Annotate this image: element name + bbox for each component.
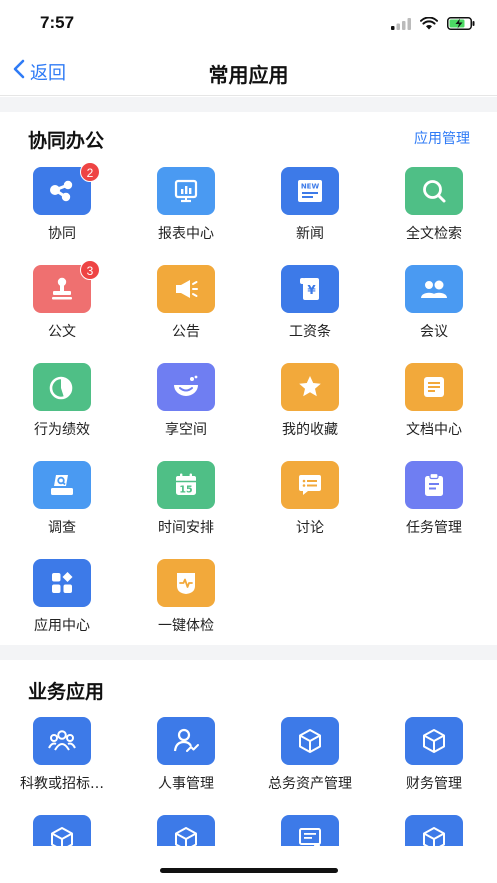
signal-icon xyxy=(391,15,411,34)
app-item-label: 报表中心 xyxy=(158,226,214,242)
app-item-label: 会议 xyxy=(420,324,448,340)
app-item-label: 公告 xyxy=(172,324,200,340)
app-item[interactable]: 15 时间安排 xyxy=(124,461,248,559)
app-item-label: 全文检索 xyxy=(406,226,462,242)
app-item-label: 一键体检 xyxy=(158,618,214,634)
app-item[interactable]: 应用中心 xyxy=(0,559,124,657)
bar-chart-icon[interactable] xyxy=(157,167,215,215)
app-item[interactable]: 人事管理 xyxy=(124,717,248,815)
app-item[interactable]: 讨论 xyxy=(248,461,372,559)
home-indicator[interactable] xyxy=(160,868,338,873)
notification-badge: 2 xyxy=(80,162,100,182)
person-chart-icon[interactable] xyxy=(157,717,215,765)
section-title: 业务应用 xyxy=(28,681,105,703)
app-item-label: 我的收藏 xyxy=(282,422,338,438)
navigation-bar: 返回 常用应用 xyxy=(0,48,497,96)
app-item-label: 调查 xyxy=(48,520,76,536)
status-time: 7:57 xyxy=(40,13,75,32)
app-item[interactable]: 3 公文 xyxy=(0,260,124,363)
app-item-label: 总务资产管理 xyxy=(268,776,352,792)
calendar-icon[interactable]: 15 xyxy=(157,461,215,509)
pie-chart-icon[interactable] xyxy=(33,363,91,411)
app-management-link[interactable]: 应用管理 xyxy=(414,128,470,148)
app-item-label: 任务管理 xyxy=(406,520,462,536)
app-item[interactable]: 会议 xyxy=(372,265,496,363)
section-divider xyxy=(0,97,497,112)
app-item[interactable]: 2 协同 xyxy=(0,162,124,265)
app-item[interactable]: 报表中心 xyxy=(124,167,248,265)
app-item[interactable]: 全文检索 xyxy=(372,167,496,265)
app-item[interactable]: 任务管理 xyxy=(372,461,496,559)
section-collaboration: 协同办公 应用管理 2 协同 报表中心 NEW 新闻 全文检索 3 公文 公告 ¥ 工资条 会议行为绩… xyxy=(0,112,497,645)
app-item[interactable]: 财务管理 xyxy=(372,717,496,815)
status-bar: 7:57 xyxy=(0,0,497,48)
health-check-icon[interactable] xyxy=(157,559,215,607)
section-divider xyxy=(0,645,497,660)
app-item[interactable]: 行为绩效 xyxy=(0,363,124,461)
people-icon[interactable] xyxy=(405,265,463,313)
app-item-label: 享空间 xyxy=(165,422,207,438)
clipboard-icon[interactable] xyxy=(405,461,463,509)
app-item-label: 讨论 xyxy=(296,520,324,536)
app-item-label: 人事管理 xyxy=(158,776,214,792)
app-item[interactable]: 享空间 xyxy=(124,363,248,461)
app-item-label: 公文 xyxy=(48,324,76,340)
svg-text:¥: ¥ xyxy=(307,283,316,297)
app-item[interactable]: 公告 xyxy=(124,265,248,363)
survey-icon[interactable] xyxy=(33,461,91,509)
app-item-label: 新闻 xyxy=(296,226,324,242)
status-icons xyxy=(391,15,475,34)
app-item-label: 财务管理 xyxy=(406,776,462,792)
app-item[interactable]: ¥ 工资条 xyxy=(248,265,372,363)
star-icon[interactable] xyxy=(281,363,339,411)
chat-bubble-icon[interactable] xyxy=(281,461,339,509)
app-item[interactable]: 文档中心 xyxy=(372,363,496,461)
app-item[interactable]: 调查 xyxy=(0,461,124,559)
app-item-label: 应用中心 xyxy=(34,618,90,634)
svg-text:15: 15 xyxy=(179,485,192,496)
app-item[interactable]: 我的收藏 xyxy=(248,363,372,461)
app-item-label: 工资条 xyxy=(289,324,331,340)
app-item-label: 行为绩效 xyxy=(34,422,90,438)
app-item[interactable]: 一键体检 xyxy=(124,559,248,657)
svg-text:NEW: NEW xyxy=(301,183,320,191)
notification-badge: 3 xyxy=(80,260,100,280)
app-item-label: 文档中心 xyxy=(406,422,462,438)
app-item[interactable]: NEW 新闻 xyxy=(248,167,372,265)
section-title: 协同办公 xyxy=(28,130,105,152)
battery-charging-icon xyxy=(447,15,475,34)
app-item-label: 时间安排 xyxy=(158,520,214,536)
document-icon[interactable] xyxy=(405,363,463,411)
app-item[interactable]: 总务资产管理 xyxy=(248,717,372,815)
cube-icon[interactable] xyxy=(405,717,463,765)
section-business: 业务应用 科教或招标… 人事管理 总务资产管理 财务管理 xyxy=(0,660,497,863)
group-icon[interactable] xyxy=(33,717,91,765)
newspaper-icon[interactable]: NEW xyxy=(281,167,339,215)
cube-icon[interactable] xyxy=(281,717,339,765)
app-item[interactable]: 科教或招标… xyxy=(0,717,124,815)
megaphone-icon[interactable] xyxy=(157,265,215,313)
page-title: 常用应用 xyxy=(208,63,289,87)
app-item-label: 科教或招标… xyxy=(20,776,104,792)
salary-scroll-icon[interactable]: ¥ xyxy=(281,265,339,313)
bottom-safe-area xyxy=(0,846,497,883)
app-item-label: 协同 xyxy=(48,226,76,242)
app-grid-icon[interactable] xyxy=(33,559,91,607)
search-icon[interactable] xyxy=(405,167,463,215)
bowl-smile-icon[interactable] xyxy=(157,363,215,411)
wifi-icon xyxy=(420,15,438,34)
